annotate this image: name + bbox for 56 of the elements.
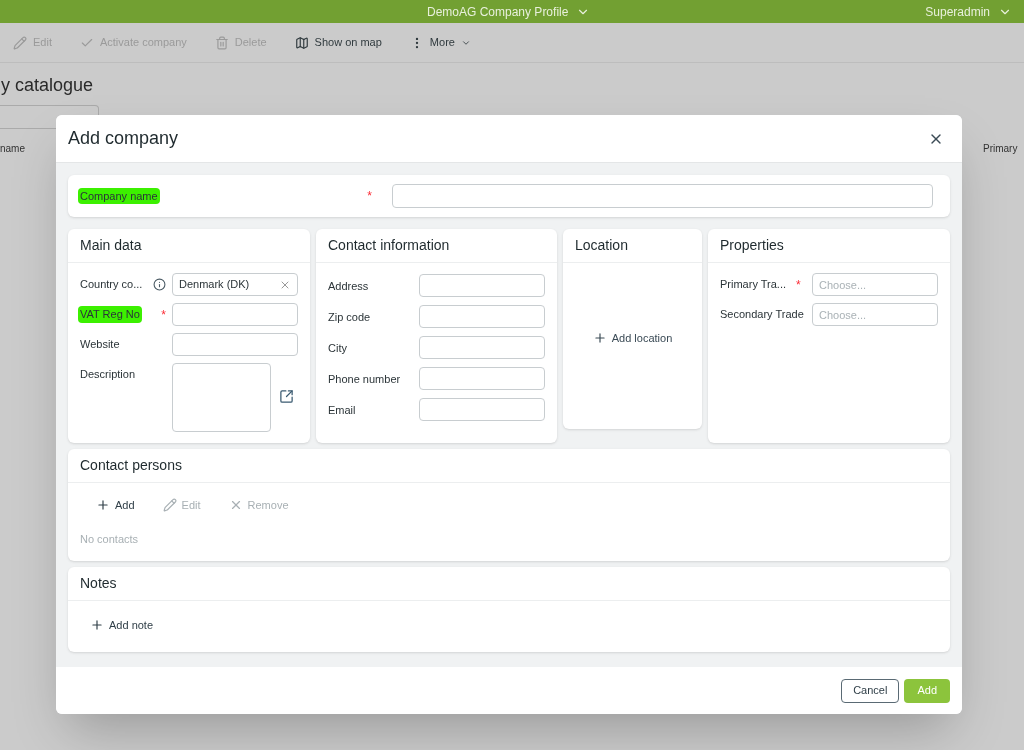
field-label: Primary Tra... [720, 277, 786, 293]
section-title: Contact persons [80, 456, 182, 475]
select-field[interactable]: Choose... [812, 303, 938, 326]
field-label: Secondary Trade [720, 307, 804, 323]
select-field[interactable]: Choose... [812, 273, 938, 296]
empty-message: No contacts [79, 531, 140, 547]
page-title: y catalogue [1, 74, 95, 97]
field-label: City [328, 342, 347, 354]
trash-icon [214, 35, 229, 50]
field-label: Address [328, 280, 369, 292]
required-mark: * [161, 308, 166, 321]
company-name-field[interactable] [392, 184, 933, 208]
description-field[interactable] [172, 363, 271, 432]
section-title: Main data [80, 236, 142, 255]
required-mark: * [796, 278, 801, 291]
column-header: name [0, 142, 25, 156]
field-label: Description [80, 367, 136, 383]
toolbar-button[interactable]: More [409, 34, 471, 51]
field-label: Zip code [328, 311, 371, 323]
user-name[interactable]: Superadmin [925, 2, 990, 21]
country-select[interactable]: Denmark (DK) [172, 273, 298, 296]
add-location-button[interactable]: Add location [592, 329, 673, 347]
cancel-button[interactable]: Cancel [841, 678, 900, 703]
section-title: Location [575, 236, 628, 255]
map-icon [294, 35, 309, 50]
toolbar-button[interactable]: Show on map [294, 34, 382, 51]
text-field[interactable] [419, 304, 545, 328]
add-note-button[interactable]: Add note [90, 617, 154, 634]
pencil-icon [13, 35, 27, 50]
plus-icon [90, 618, 104, 633]
text-field[interactable] [419, 397, 545, 421]
plus-icon [592, 331, 607, 345]
text-field[interactable] [172, 303, 298, 326]
dialog-title: Add company [68, 127, 179, 150]
required-mark: * [367, 190, 372, 202]
expand-icon[interactable] [279, 389, 294, 404]
info-icon[interactable] [153, 278, 166, 291]
section-title: Properties [720, 236, 784, 255]
field-label: VAT Reg No [78, 306, 142, 323]
plus-icon [96, 498, 110, 513]
app-title[interactable]: DemoAG Company Profile [427, 2, 569, 21]
field-label: Phone number [328, 373, 401, 385]
field-label: Website [80, 337, 120, 353]
column-header: Primary [983, 142, 1018, 156]
action-button[interactable]: Add [96, 497, 135, 514]
add-button[interactable]: Add [904, 678, 950, 703]
section-title: Contact information [328, 236, 450, 255]
field-label: Email [328, 404, 356, 416]
text-field[interactable] [419, 273, 545, 297]
pencil-icon [162, 498, 177, 513]
text-field[interactable] [419, 366, 545, 390]
field-label: Country co... [80, 277, 143, 293]
text-field[interactable] [172, 333, 298, 356]
field-label: Company name [78, 187, 160, 205]
section-title: Notes [80, 574, 117, 593]
text-field[interactable] [419, 335, 545, 359]
